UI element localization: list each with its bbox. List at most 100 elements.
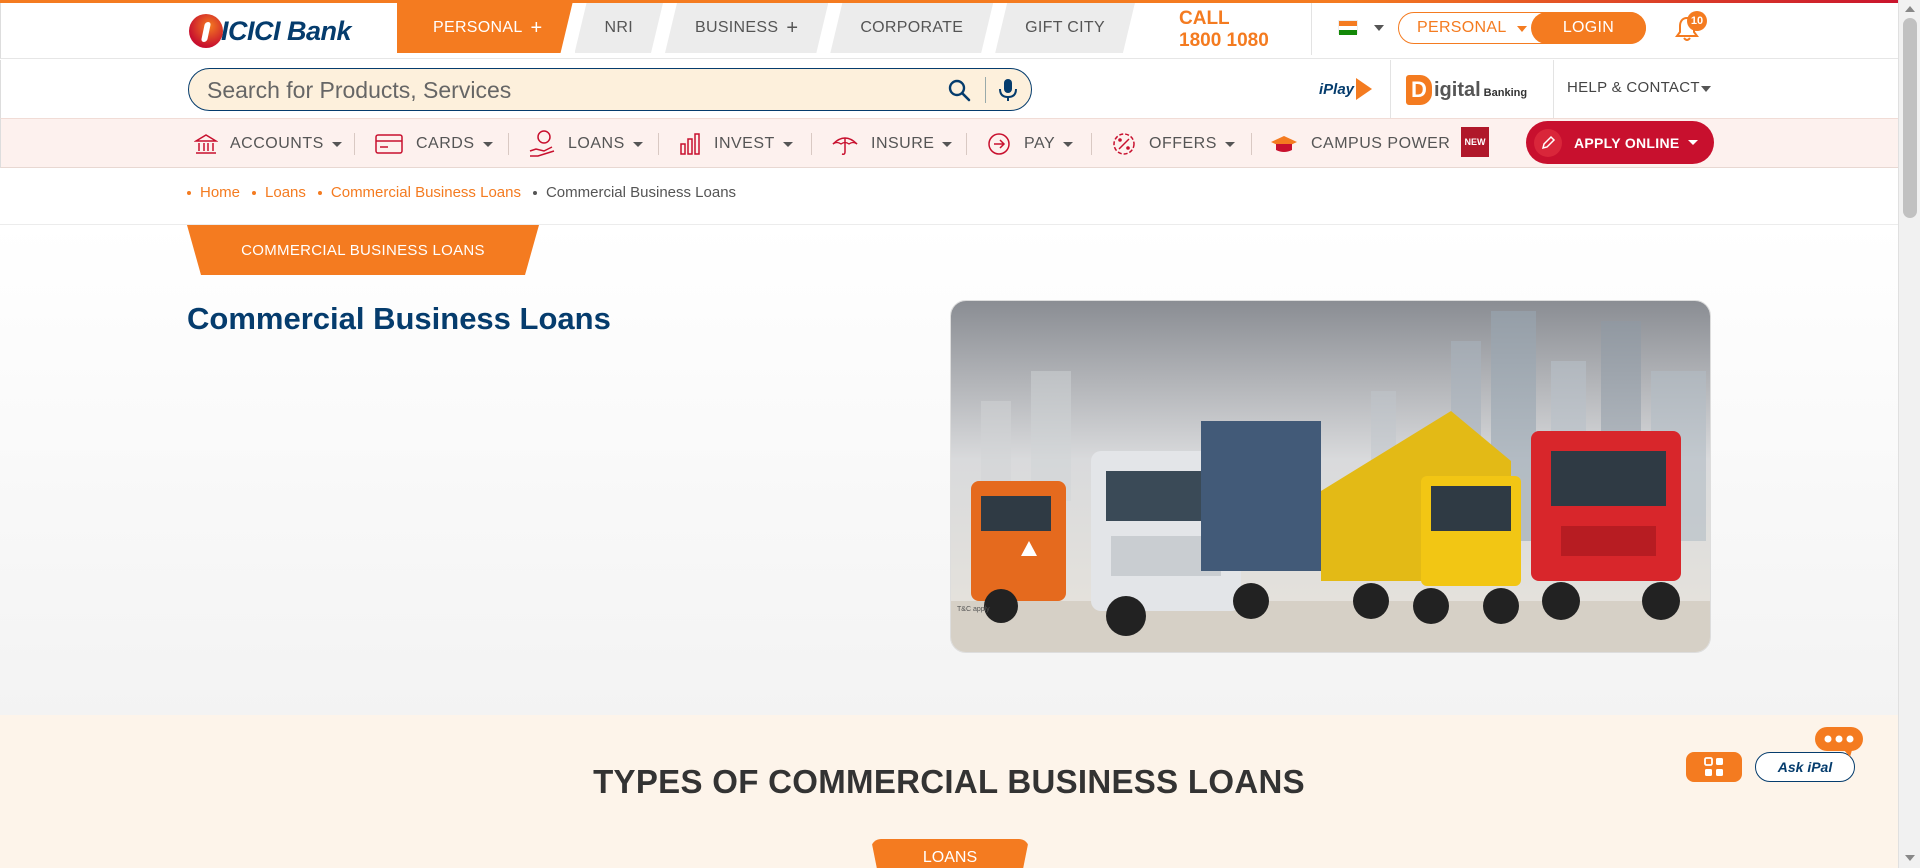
chevron-down-icon [1224, 141, 1235, 147]
scrollbar[interactable] [1898, 0, 1920, 868]
microphone-icon[interactable] [997, 77, 1019, 103]
tab-corporate[interactable]: CORPORATE [830, 3, 993, 53]
play-arrow-icon [1356, 78, 1373, 100]
breadcrumb-commercial-loans-label: Commercial Business Loans [330, 184, 521, 201]
icici-logo[interactable]: ICICI Bank [189, 11, 352, 51]
digital-label: igital [1434, 78, 1481, 101]
breadcrumb: Home Loans Commercial Business Loans Com… [187, 184, 748, 201]
chat-bubble-icon[interactable] [1814, 726, 1866, 758]
call-label: CALL [1179, 8, 1230, 29]
chevron-down-icon[interactable] [1701, 86, 1711, 92]
apply-online-button[interactable]: APPLY ONLINE [1526, 121, 1714, 164]
nav-insure[interactable]: INSURE [831, 119, 953, 169]
breadcrumb-loans[interactable]: Loans [252, 184, 306, 201]
apps-grid-button[interactable] [1686, 752, 1742, 782]
section-title: TYPES OF COMMERCIAL BUSINESS LOANS [593, 763, 1305, 800]
divider [508, 133, 509, 155]
divider [1251, 133, 1252, 155]
divider [658, 133, 659, 155]
plus-icon: + [786, 16, 799, 39]
bar-chart-icon [680, 133, 700, 155]
divider [1311, 3, 1312, 55]
nav-invest[interactable]: INVEST [678, 119, 793, 169]
search-bar [188, 68, 1032, 111]
breadcrumb-home-label: Home [200, 184, 241, 201]
hero-section-tab: COMMERCIAL BUSINESS LOANS [187, 225, 539, 275]
types-section: TYPES OF COMMERCIAL BUSINESS LOANS LOANS [0, 715, 1898, 868]
chevron-down-icon [782, 141, 793, 147]
nav-pay[interactable]: PAY [986, 119, 1074, 169]
search-input[interactable] [207, 77, 907, 103]
chevron-down-icon[interactable] [1517, 26, 1527, 32]
divider [966, 133, 967, 155]
login-button[interactable]: LOGIN [1531, 12, 1646, 44]
digital-banking-link[interactable]: D igital Banking [1406, 74, 1527, 106]
plus-icon: + [530, 16, 543, 39]
pen-icon [1534, 128, 1562, 157]
chevron-down-icon[interactable] [1374, 25, 1384, 31]
nav-accounts[interactable]: ACCOUNTS [194, 119, 342, 169]
chevron-down-icon [632, 141, 643, 147]
apply-online-label: APPLY ONLINE [1574, 134, 1680, 151]
divider [811, 133, 812, 155]
tab-gift-city[interactable]: GIFT CITY [995, 3, 1135, 53]
breadcrumb-commercial-loans[interactable]: Commercial Business Loans [317, 184, 521, 201]
help-contact-link[interactable]: HELP & CONTACT [1567, 79, 1700, 96]
tab-nri[interactable]: NRI [575, 3, 663, 53]
iplay-label: iPlay [1319, 80, 1355, 98]
nav-cards[interactable]: CARDS [374, 119, 493, 169]
iplay-link[interactable]: iPlay [1319, 74, 1373, 104]
campus-cap-icon [1271, 136, 1297, 152]
chevron-down-icon [331, 141, 342, 147]
nav-loans-label: LOANS [568, 135, 625, 152]
nav-insure-label: INSURE [871, 135, 935, 152]
nav-loans[interactable]: LOANS [528, 119, 643, 169]
bank-icon [194, 134, 218, 154]
brand-name: ICICI Bank [221, 15, 352, 46]
notification-badge: 10 [1687, 11, 1707, 31]
india-flag-icon[interactable] [1338, 20, 1358, 35]
pay-arrow-icon [988, 133, 1010, 155]
personal-dropdown[interactable]: PERSONAL [1417, 19, 1507, 37]
scroll-down-arrow-icon[interactable] [1905, 855, 1915, 861]
search-icon[interactable] [947, 78, 971, 102]
umbrella-icon [832, 137, 858, 155]
nav-campus-power[interactable]: CAMPUS POWER [1269, 119, 1450, 169]
call-phone: 1800 1080 [1179, 30, 1269, 51]
nav-campus-power-label: CAMPUS POWER [1311, 135, 1451, 152]
digital-banking-icon: D [1406, 75, 1432, 105]
divider [1390, 60, 1391, 118]
breadcrumb-home[interactable]: Home [187, 184, 240, 201]
page-title: Commercial Business Loans [187, 301, 611, 336]
chevron-down-icon [482, 141, 493, 147]
scrollbar-thumb[interactable] [1903, 18, 1917, 218]
scroll-up-arrow-icon[interactable] [1905, 6, 1915, 12]
loan-hand-icon [529, 130, 555, 157]
call-number[interactable]: CALL 1800 1080 [1179, 8, 1269, 52]
nav-offers-label: OFFERS [1149, 135, 1217, 152]
tab-loans[interactable]: LOANS [871, 839, 1029, 868]
chevron-down-icon [1063, 141, 1074, 147]
credit-card-icon [375, 134, 403, 154]
search-row: iPlay D igital Banking HELP & CONTACT [0, 60, 1898, 118]
breadcrumb-current: Commercial Business Loans [532, 184, 736, 201]
tab-business-label: BUSINESS [695, 19, 779, 36]
hero-trucks-image: T&C apply [950, 300, 1711, 653]
tab-nri-label: NRI [604, 19, 633, 36]
tab-gift-city-label: GIFT CITY [1025, 19, 1105, 36]
nav-pay-label: PAY [1024, 135, 1056, 152]
divider [354, 133, 355, 155]
tab-personal[interactable]: PERSONAL + [397, 3, 573, 53]
icici-logo-icon [189, 14, 223, 48]
search-divider [985, 77, 986, 103]
tab-personal-label: PERSONAL [433, 19, 523, 36]
tab-business[interactable]: BUSINESS + [665, 3, 828, 53]
nav-offers[interactable]: OFFERS [1111, 119, 1235, 169]
banking-label: Banking [1483, 87, 1528, 99]
grid-icon [1704, 757, 1723, 776]
breadcrumb-loans-label: Loans [265, 184, 306, 201]
nav-invest-label: INVEST [714, 135, 775, 152]
divider [1553, 60, 1554, 118]
tab-corporate-label: CORPORATE [860, 19, 964, 36]
nav-accounts-label: ACCOUNTS [230, 135, 324, 152]
